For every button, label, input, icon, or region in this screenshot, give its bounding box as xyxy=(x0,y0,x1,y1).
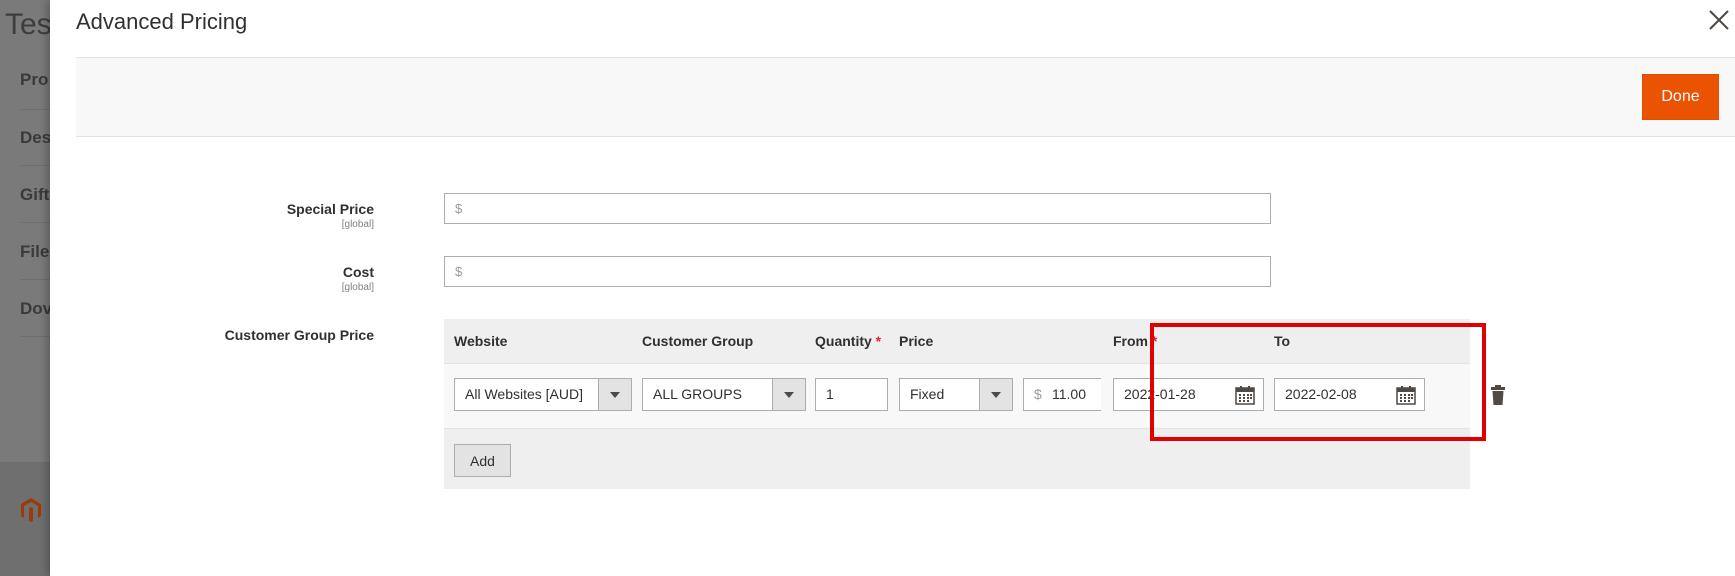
price-type-value: Fixed xyxy=(910,386,945,402)
website-select[interactable]: All Websites [AUD] xyxy=(454,378,632,411)
from-header-text: From xyxy=(1113,333,1148,349)
background-item: Gift xyxy=(20,185,50,204)
background-divider xyxy=(20,336,52,337)
advanced-pricing-modal: Advanced Pricing Done Special Price [glo… xyxy=(50,0,1735,576)
special-price-scope: [global] xyxy=(341,219,374,230)
column-header-website: Website xyxy=(454,333,508,349)
cost-input[interactable]: $ xyxy=(444,256,1271,287)
required-mark: * xyxy=(875,333,882,349)
special-price-label: Special Price xyxy=(286,201,374,217)
background-page: Test Pro Des Gift File Dov xyxy=(0,0,60,576)
modal-title: Advanced Pricing xyxy=(76,9,248,34)
column-header-customer-group: Customer Group xyxy=(642,333,754,349)
date-range-highlight-box xyxy=(1150,323,1486,441)
background-divider xyxy=(20,165,52,166)
background-item: Des xyxy=(20,128,52,147)
cost-scope: [global] xyxy=(341,282,374,293)
background-item: Dov xyxy=(20,299,53,318)
price-type-select[interactable]: Fixed xyxy=(899,378,1013,411)
column-header-price: Price xyxy=(899,333,934,349)
customer-group-select-value: ALL GROUPS xyxy=(653,386,742,402)
modal-action-bar: Done xyxy=(76,57,1735,137)
magento-logo-icon xyxy=(21,498,41,522)
background-divider xyxy=(20,109,52,110)
cost-label: Cost xyxy=(342,264,374,280)
done-button[interactable]: Done xyxy=(1642,74,1719,120)
background-item: File xyxy=(20,242,50,261)
currency-prefix: $ xyxy=(455,264,463,279)
chevron-down-icon xyxy=(598,379,631,410)
column-header-quantity: Quantity * xyxy=(815,333,881,349)
currency-prefix: $ xyxy=(455,201,463,216)
close-icon[interactable] xyxy=(1703,4,1735,36)
website-select-value: All Websites [AUD] xyxy=(465,386,583,402)
chevron-down-icon xyxy=(772,379,805,410)
quantity-header-text: Quantity xyxy=(815,333,872,349)
quantity-input[interactable]: 1 xyxy=(815,378,888,411)
chevron-down-icon xyxy=(979,379,1012,410)
currency-prefix: $ xyxy=(1034,386,1042,402)
customer-group-select[interactable]: ALL GROUPS xyxy=(642,378,806,411)
background-item: Pro xyxy=(20,70,49,89)
special-price-input[interactable]: $ xyxy=(444,193,1271,224)
background-divider xyxy=(20,222,52,223)
quantity-value: 1 xyxy=(826,386,834,402)
add-button[interactable]: Add xyxy=(454,444,511,477)
trash-icon[interactable] xyxy=(1491,385,1505,405)
background-divider xyxy=(20,279,52,280)
customer-group-price-label: Customer Group Price xyxy=(224,327,374,343)
price-value: 11.00 xyxy=(1052,386,1086,402)
price-input[interactable]: $ 11.00 xyxy=(1023,378,1101,411)
